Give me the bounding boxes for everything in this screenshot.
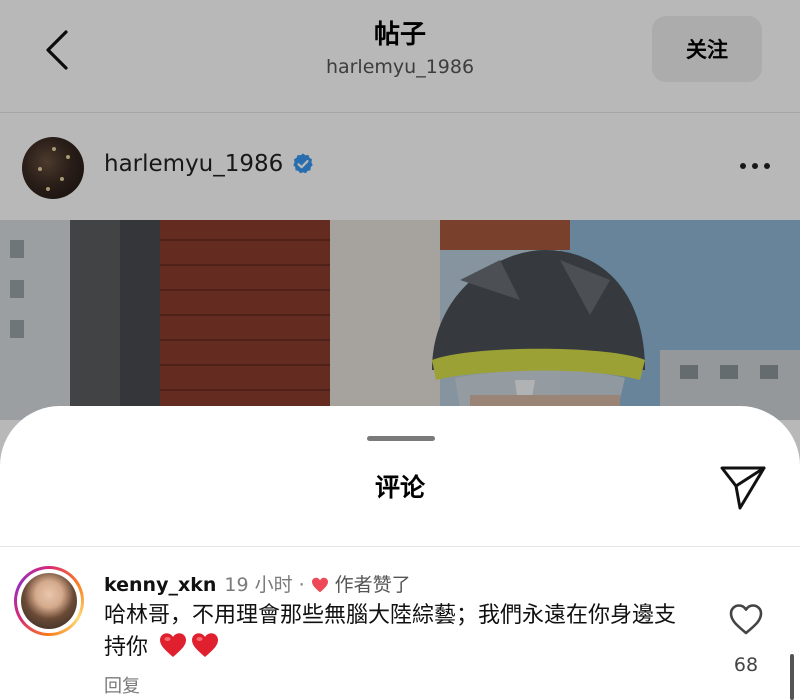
liked-heart-icon xyxy=(311,577,328,593)
comment-item: kenny_xkn 19 小时 · 作者赞了 哈林哥，不用理會那些無腦大陸綜藝；… xyxy=(0,562,800,700)
commenter-avatar[interactable] xyxy=(14,566,84,636)
comment-meta: kenny_xkn 19 小时 · 作者赞了 xyxy=(104,572,411,598)
reply-button[interactable]: 回复 xyxy=(104,672,140,698)
comment-timestamp: 19 小时 xyxy=(224,574,293,596)
divider xyxy=(0,546,800,547)
like-comment-button[interactable] xyxy=(728,602,764,636)
send-icon xyxy=(720,466,766,510)
comment-text-block: 哈林哥，不用理會那些無腦大陸綜藝；我們永遠在你身邊支持你 xyxy=(104,600,694,664)
comment-text: 哈林哥，不用理會那些無腦大陸綜藝；我們永遠在你身邊支持你 xyxy=(104,603,677,660)
sheet-title: 评论 xyxy=(374,473,425,502)
heart-outline-icon xyxy=(729,604,763,635)
share-button[interactable] xyxy=(718,462,768,512)
screen: 帖子 harlemyu_1986 关注 harlemyu_1986 评论 ken… xyxy=(0,0,800,700)
red-heart-emoji-icon xyxy=(192,633,219,657)
comment-username[interactable]: kenny_xkn xyxy=(104,572,216,598)
meta-separator: · xyxy=(298,574,305,596)
red-heart-emoji-icon xyxy=(160,633,187,657)
author-liked-label: 作者赞了 xyxy=(334,574,411,596)
like-count: 68 xyxy=(733,654,759,676)
avatar xyxy=(21,573,77,629)
comments-sheet: 评论 kenny_xkn 19 小时 · 作者赞了 哈林哥，不用理會那些無腦大陸… xyxy=(0,406,800,700)
sheet-drag-handle[interactable] xyxy=(367,436,435,441)
scrollbar[interactable] xyxy=(790,654,794,700)
